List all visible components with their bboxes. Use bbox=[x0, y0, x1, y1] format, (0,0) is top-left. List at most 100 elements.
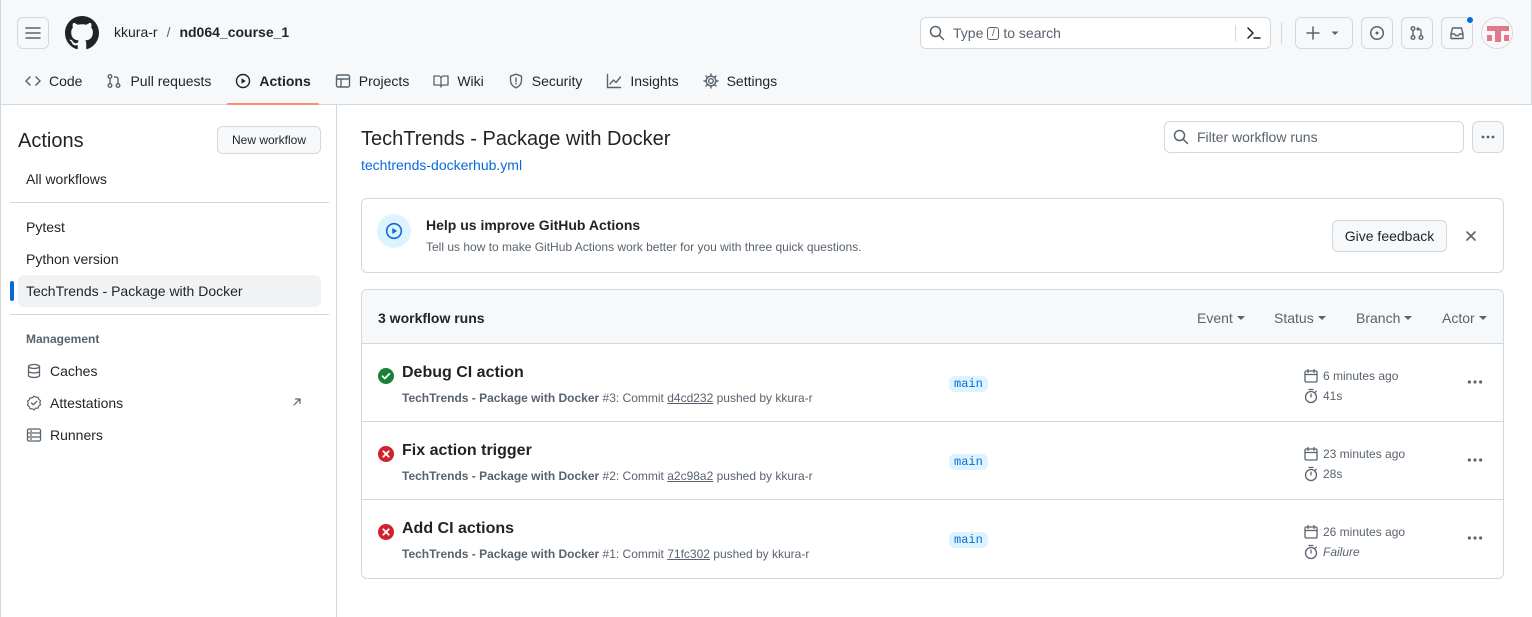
run-title-link[interactable]: Debug CI action bbox=[402, 364, 524, 382]
search-icon bbox=[1173, 129, 1189, 145]
search-divider bbox=[1235, 25, 1236, 41]
breadcrumb: kkura-r / nd064_course_1 bbox=[114, 24, 289, 40]
create-new-button[interactable] bbox=[1295, 17, 1353, 49]
branch-label[interactable]: main bbox=[949, 376, 988, 392]
feedback-banner: Help us improve GitHub Actions Tell us h… bbox=[361, 198, 1504, 273]
hamburger-menu-button[interactable] bbox=[17, 17, 49, 49]
global-search-input[interactable]: Type / to search bbox=[920, 17, 1271, 49]
repo-name-link[interactable]: nd064_course_1 bbox=[179, 24, 289, 40]
kebab-horizontal-icon[interactable] bbox=[1466, 373, 1484, 391]
run-meta: TechTrends - Package with Docker #2: Com… bbox=[402, 469, 813, 483]
sidebar-item-label: Pytest bbox=[26, 219, 65, 235]
tab-security[interactable]: Security bbox=[500, 64, 591, 98]
dropdown-label: Branch bbox=[1356, 310, 1401, 326]
tab-actions[interactable]: Actions bbox=[227, 64, 320, 105]
tab-projects[interactable]: Projects bbox=[327, 64, 418, 98]
commit-sha-link[interactable]: 71fc302 bbox=[667, 547, 710, 561]
caret-down-icon bbox=[1478, 316, 1487, 320]
sidebar-item-runners[interactable]: Runners bbox=[18, 419, 321, 451]
inbox-icon bbox=[1450, 27, 1464, 40]
sidebar-item-all-workflows[interactable]: All workflows bbox=[18, 163, 321, 195]
command-palette-icon[interactable] bbox=[1246, 25, 1262, 41]
pull-request-icon bbox=[1410, 26, 1424, 40]
kebab-horizontal-icon[interactable] bbox=[1466, 451, 1484, 469]
search-shortcut-key: / bbox=[987, 26, 1000, 40]
tab-label: Code bbox=[49, 73, 83, 89]
caret-down-icon bbox=[1404, 316, 1413, 320]
caret-down-icon bbox=[1317, 316, 1326, 320]
github-logo-icon[interactable] bbox=[65, 16, 99, 50]
workflow-run-row[interactable]: Add CI actions TechTrends - Package with… bbox=[362, 500, 1503, 578]
database-icon bbox=[27, 363, 41, 379]
tab-pull-requests[interactable]: Pull requests bbox=[98, 64, 219, 98]
sidebar-title: Actions bbox=[18, 130, 84, 152]
runs-count: 3 workflow runs bbox=[378, 310, 485, 326]
new-workflow-button[interactable]: New workflow bbox=[217, 126, 321, 154]
dropdown-label: Actor bbox=[1442, 310, 1475, 326]
stopwatch-icon bbox=[1304, 466, 1318, 482]
run-title-link[interactable]: Add CI actions bbox=[402, 520, 514, 538]
x-circle-fill-icon bbox=[378, 524, 394, 540]
sidebar-item-label: Python version bbox=[26, 251, 119, 267]
calendar-icon bbox=[1304, 446, 1318, 461]
workflow-file-link[interactable]: techtrends-dockerhub.yml bbox=[361, 157, 522, 173]
link-external-icon bbox=[293, 398, 301, 406]
sidebar-item-python-version[interactable]: Python version bbox=[18, 243, 321, 275]
repo-owner-link[interactable]: kkura-r bbox=[114, 24, 158, 40]
run-duration: Failure bbox=[1303, 544, 1360, 560]
filter-workflow-runs-input[interactable]: Filter workflow runs bbox=[1164, 121, 1464, 153]
tab-code[interactable]: Code bbox=[17, 64, 90, 98]
sidebar-item-attestations[interactable]: Attestations bbox=[18, 387, 321, 419]
play-icon bbox=[385, 222, 403, 240]
sidebar-item-label: All workflows bbox=[26, 171, 107, 187]
tab-label: Actions bbox=[259, 73, 311, 89]
branch-label[interactable]: main bbox=[949, 454, 988, 470]
tab-label: Insights bbox=[630, 73, 679, 89]
branch-label[interactable]: main bbox=[949, 532, 988, 548]
x-circle-fill-icon bbox=[378, 446, 394, 462]
tab-label: Projects bbox=[358, 73, 410, 89]
tab-settings[interactable]: Settings bbox=[695, 64, 786, 98]
run-pushed-by: pushed by kkura-r bbox=[716, 391, 813, 405]
give-feedback-button[interactable]: Give feedback bbox=[1332, 220, 1447, 252]
sidebar-item-label: Runners bbox=[50, 427, 103, 443]
workflow-more-options-button[interactable] bbox=[1472, 121, 1504, 153]
actor-filter-dropdown[interactable]: Actor bbox=[1442, 310, 1487, 326]
tab-wiki[interactable]: Wiki bbox=[425, 64, 491, 98]
header-divider bbox=[1281, 22, 1282, 44]
run-duration-text: 41s bbox=[1323, 389, 1343, 403]
search-icon bbox=[929, 25, 945, 41]
close-icon[interactable] bbox=[1463, 228, 1479, 244]
commit-sha-link[interactable]: d4cd232 bbox=[667, 391, 713, 405]
run-timestamp: 6 minutes ago bbox=[1303, 368, 1398, 384]
tab-label: Wiki bbox=[457, 73, 484, 89]
commit-sha-link[interactable]: a2c98a2 bbox=[667, 469, 713, 483]
run-commit-label: : Commit bbox=[615, 469, 664, 483]
actions-sidebar: Actions New workflow All workflows Pytes… bbox=[0, 105, 337, 617]
pull-request-icon bbox=[107, 74, 121, 88]
stopwatch-icon bbox=[1304, 544, 1318, 560]
run-title-link[interactable]: Fix action trigger bbox=[402, 442, 532, 460]
event-filter-dropdown[interactable]: Event bbox=[1197, 310, 1245, 326]
avatar[interactable] bbox=[1481, 17, 1513, 49]
page-title: TechTrends - Package with Docker bbox=[361, 128, 671, 150]
calendar-icon bbox=[1304, 524, 1318, 539]
pull-requests-button[interactable] bbox=[1401, 17, 1433, 49]
issues-button[interactable] bbox=[1361, 17, 1393, 49]
sidebar-item-techtrends-package-with-docker[interactable]: TechTrends - Package with Docker bbox=[10, 275, 321, 307]
caret-down-icon bbox=[1236, 316, 1245, 320]
status-filter-dropdown[interactable]: Status bbox=[1274, 310, 1326, 326]
workflow-run-row[interactable]: Debug CI action TechTrends - Package wit… bbox=[362, 344, 1503, 422]
shield-icon bbox=[509, 73, 522, 89]
run-timestamp: 23 minutes ago bbox=[1303, 446, 1405, 462]
sidebar-item-caches[interactable]: Caches bbox=[18, 355, 321, 387]
kebab-horizontal-icon[interactable] bbox=[1466, 529, 1484, 547]
sidebar-item-pytest[interactable]: Pytest bbox=[18, 211, 321, 243]
workflow-run-row[interactable]: Fix action trigger TechTrends - Package … bbox=[362, 422, 1503, 500]
tab-insights[interactable]: Insights bbox=[598, 64, 686, 98]
notification-indicator bbox=[1466, 16, 1474, 24]
breadcrumb-separator: / bbox=[166, 24, 171, 40]
branch-filter-dropdown[interactable]: Branch bbox=[1356, 310, 1413, 326]
banner-title: Help us improve GitHub Actions bbox=[426, 217, 641, 233]
search-suffix: to search bbox=[1003, 25, 1061, 41]
